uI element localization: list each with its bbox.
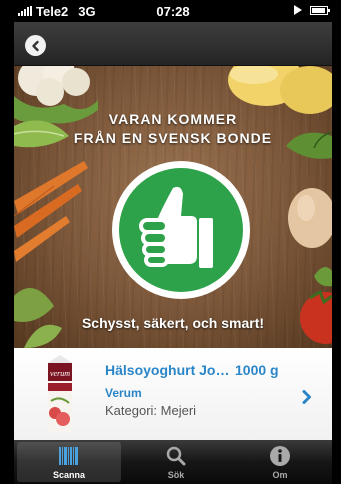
play-icon: [294, 5, 302, 15]
product-carton-image: verum: [48, 355, 72, 433]
tab-label-sok: Sök: [167, 470, 185, 480]
info-icon: [270, 446, 290, 466]
barcode-icon: [59, 447, 78, 465]
svg-text:verum: verum: [50, 369, 70, 378]
tab-scanna[interactable]: Scanna: [17, 442, 121, 482]
status-time: 07:28: [156, 3, 190, 19]
thumbs-up-badge: [112, 161, 250, 299]
hero-tagline: Schysst, säkert, och smart!: [81, 315, 265, 331]
tab-sok[interactable]: Sök: [124, 440, 228, 484]
nav-header: [14, 22, 332, 66]
tab-bar: Scanna Sök Om: [14, 440, 332, 484]
product-row[interactable]: verum Hälsoyoghurt Jord... 1000 g Verum …: [14, 348, 332, 440]
product-category: Kategori: Mejeri: [105, 403, 197, 418]
search-icon: [166, 446, 186, 466]
hero-title: VARAN KOMMER FRÅN EN SVENSK BONDE: [14, 110, 332, 148]
origin-hero: VARAN KOMMER FRÅN EN SVENSK BONDE Schyss…: [14, 66, 332, 348]
back-button[interactable]: [25, 35, 46, 56]
chevron-left-icon: [31, 40, 39, 51]
chevron-right-icon[interactable]: [302, 390, 312, 404]
app-frame: Tele2 3G 07:28 VARAN KOMMER FRÅN EN SVEN…: [0, 0, 341, 484]
status-bar: Tele2 3G 07:28: [14, 0, 332, 22]
product-size: 1000 g: [235, 362, 279, 378]
tab-label-om: Om: [272, 470, 288, 480]
product-name: Hälsoyoghurt Jord...: [105, 362, 230, 378]
tab-label-scanna: Scanna: [52, 470, 85, 480]
battery-icon: [310, 6, 330, 15]
tab-om[interactable]: Om: [228, 440, 332, 484]
product-brand: Verum: [105, 386, 142, 400]
hero-title-line2: FRÅN EN SVENSK BONDE: [73, 130, 273, 146]
hero-title-line1: VARAN KOMMER: [108, 111, 238, 127]
